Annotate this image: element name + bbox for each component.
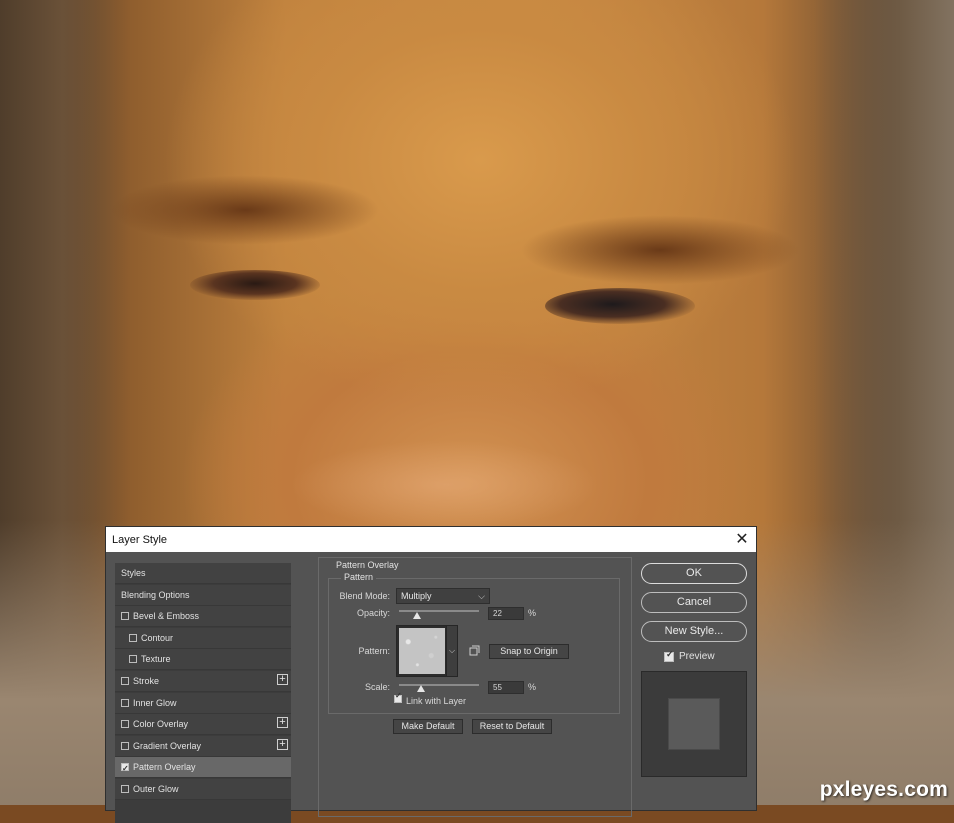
- add-effect-plus-icon[interactable]: +: [277, 674, 288, 685]
- style-item-label: Outer Glow: [133, 784, 179, 794]
- add-effect-plus-icon[interactable]: +: [277, 738, 288, 750]
- style-preview: [641, 671, 747, 777]
- new-preset-icon[interactable]: [468, 645, 480, 657]
- style-item-label: Styles: [121, 568, 146, 578]
- pattern-label: Pattern:: [358, 646, 390, 656]
- style-checkbox-texture[interactable]: [129, 655, 137, 664]
- style-item-color-overlay[interactable]: Color Overlay +: [115, 714, 291, 736]
- style-checkbox-outer-glow[interactable]: [121, 785, 129, 793]
- pattern-picker[interactable]: [396, 625, 448, 677]
- blend-mode-select[interactable]: Multiply ⌵: [396, 588, 490, 604]
- pattern-texture: [399, 628, 445, 674]
- scale-label: Scale:: [364, 682, 390, 692]
- style-checkbox-color-overlay[interactable]: [121, 720, 129, 729]
- group-title: Pattern: [341, 572, 377, 582]
- style-checkbox-contour[interactable]: [129, 633, 137, 642]
- style-checkbox-bevel-emboss[interactable]: [121, 612, 129, 621]
- style-item-pattern-overlay[interactable]: Pattern Overlay: [115, 757, 291, 779]
- eye-left: [190, 270, 320, 300]
- style-item-inner-glow[interactable]: Inner Glow: [115, 692, 291, 714]
- scale-slider-thumb[interactable]: [416, 685, 425, 692]
- style-checkbox-inner-glow[interactable]: [121, 698, 129, 707]
- styles-list: Styles Blending Options Bevel & Emboss Cont…: [115, 563, 291, 823]
- style-item-gradient-overlay[interactable]: Gradient Overlay +: [115, 735, 291, 757]
- link-with-layer-label: Link with Layer: [406, 696, 467, 706]
- snap-to-origin-button[interactable]: Snap to Origin: [489, 644, 569, 659]
- ok-button[interactable]: OK: [641, 563, 747, 584]
- opacity-input[interactable]: 22: [488, 607, 524, 620]
- style-item-label: Texture: [141, 654, 171, 665]
- opacity-slider-thumb[interactable]: [412, 612, 421, 619]
- style-item-label: Inner Glow: [133, 697, 177, 708]
- scale-unit: %: [528, 682, 537, 692]
- add-effect-plus-icon[interactable]: +: [277, 717, 288, 729]
- style-item-label: Gradient Overlay: [133, 740, 202, 751]
- style-item-label: Blending Options: [121, 589, 190, 600]
- style-item-bevel-emboss[interactable]: Bevel & Emboss: [115, 606, 291, 628]
- preview-checkbox[interactable]: [664, 649, 674, 662]
- style-item-contour[interactable]: Contour: [115, 627, 291, 649]
- opacity-label: Opacity:: [356, 608, 390, 618]
- chevron-down-icon: ⌵: [478, 591, 485, 601]
- close-icon[interactable]: ✕: [728, 527, 756, 552]
- opacity-slider-track[interactable]: [399, 610, 479, 612]
- make-default-button[interactable]: Make Default: [393, 719, 463, 734]
- eye-right: [545, 288, 695, 324]
- style-checkbox-gradient-overlay[interactable]: [121, 741, 129, 750]
- nose: [290, 440, 600, 530]
- style-item-label: Color Overlay: [133, 719, 189, 730]
- brow-right: [520, 215, 800, 285]
- section-title: Pattern Overlay: [333, 560, 402, 570]
- preview-swatch: [668, 698, 720, 750]
- new-style-button[interactable]: New Style...: [641, 621, 747, 642]
- style-item-label: Stroke: [133, 676, 160, 686]
- style-item-label: Contour: [141, 632, 174, 643]
- style-item-label: Bevel & Emboss: [133, 611, 200, 622]
- reset-to-default-button[interactable]: Reset to Default: [472, 719, 552, 734]
- scale-slider-track[interactable]: [399, 684, 479, 686]
- link-with-layer-checkbox[interactable]: [394, 691, 402, 703]
- style-item-label: Pattern Overlay: [133, 762, 196, 773]
- cancel-button[interactable]: Cancel: [641, 592, 747, 613]
- dialog-titlebar[interactable]: Layer Style ✕: [106, 527, 756, 552]
- blend-mode-label: Blend Mode:: [339, 591, 390, 601]
- style-item-texture[interactable]: Texture: [115, 649, 291, 671]
- style-checkbox-pattern-overlay[interactable]: [121, 759, 129, 779]
- scale-input[interactable]: 55: [488, 681, 524, 694]
- opacity-unit: %: [528, 608, 537, 618]
- style-item-styles[interactable]: Styles: [115, 563, 291, 584]
- style-checkbox-stroke[interactable]: [121, 677, 129, 685]
- watermark: pxleyes.com: [819, 778, 948, 801]
- preview-label: Preview: [679, 651, 715, 662]
- pattern-dropdown-chevron-icon[interactable]: ⌵: [446, 625, 458, 677]
- brow-left: [110, 175, 380, 245]
- style-item-stroke[interactable]: Stroke +: [115, 671, 291, 692]
- style-item-blending-options[interactable]: Blending Options: [115, 584, 291, 606]
- blend-mode-value: Multiply: [401, 591, 432, 601]
- layer-style-dialog: Layer Style ✕ Styles Blending Options Beve…: [105, 526, 757, 823]
- dialog-title: Layer Style: [112, 534, 168, 546]
- style-item-outer-glow[interactable]: Outer Glow: [115, 779, 291, 800]
